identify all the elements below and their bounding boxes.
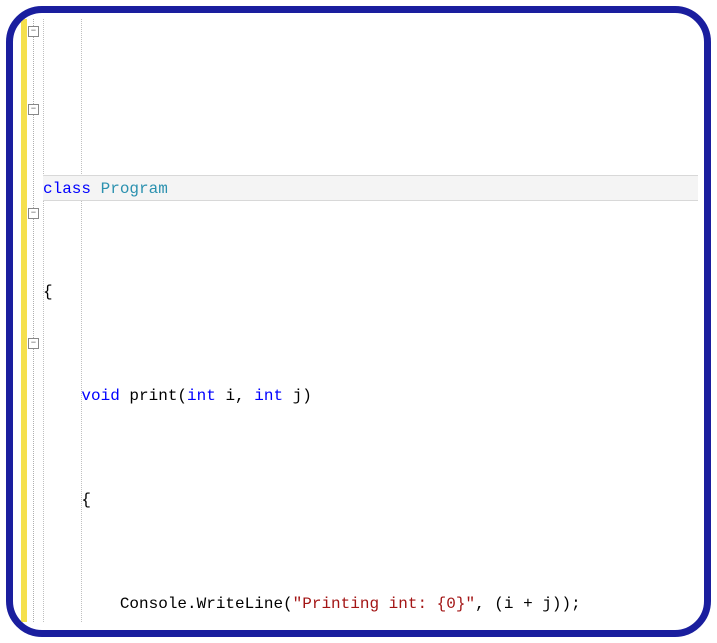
brace: { <box>81 491 91 509</box>
code-editor[interactable]: − − − − class Program { void print(int i… <box>21 19 698 622</box>
indent <box>43 595 120 613</box>
keyword-void: void <box>81 387 119 405</box>
call: Console.WriteLine( <box>120 595 293 613</box>
indent-guide <box>43 19 44 622</box>
param: j) <box>283 387 312 405</box>
method-name: print( <box>120 387 187 405</box>
editor-frame: − − − − class Program { void print(int i… <box>6 6 711 637</box>
string-literal: "Printing int: {0}" <box>293 595 475 613</box>
call-tail: , (i + j)); <box>475 595 581 613</box>
fold-toggle-class[interactable]: − <box>28 26 39 37</box>
fold-toggle-print1[interactable]: − <box>28 104 39 115</box>
fold-toggle-main[interactable]: − <box>28 338 39 349</box>
keyword-int: int <box>187 387 216 405</box>
code-line[interactable]: { <box>43 487 698 513</box>
code-line[interactable]: { <box>43 279 698 305</box>
param: i, <box>216 387 254 405</box>
keyword-class: class <box>43 180 91 198</box>
indent-guide <box>81 19 82 622</box>
code-line[interactable]: class Program <box>43 175 698 201</box>
indent <box>43 491 81 509</box>
outlining-margin: − − − − <box>27 19 41 622</box>
type-program: Program <box>91 180 168 198</box>
code-area[interactable]: class Program { void print(int i, int j)… <box>41 19 698 622</box>
code-line[interactable]: void print(int i, int j) <box>43 383 698 409</box>
indent <box>43 387 81 405</box>
fold-toggle-print2[interactable]: − <box>28 208 39 219</box>
keyword-int: int <box>254 387 283 405</box>
code-line[interactable]: Console.WriteLine("Printing int: {0}", (… <box>43 591 698 617</box>
brace: { <box>43 283 53 301</box>
